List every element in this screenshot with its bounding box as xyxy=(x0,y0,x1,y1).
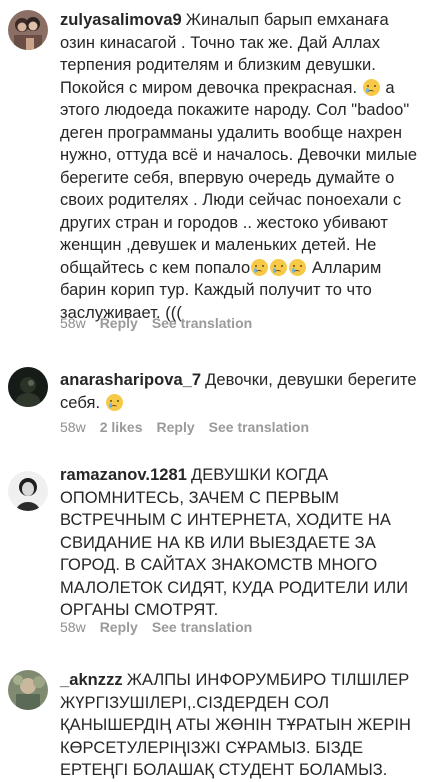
see-translation-button[interactable]: See translation xyxy=(209,419,309,435)
avatar[interactable] xyxy=(8,471,48,511)
comment-time: 58w xyxy=(60,619,86,635)
comment-text-part: ДЕВУШКИ КОГДА ОПОМНИТЕСЬ, ЗАЧЕМ С ПЕРВЫМ… xyxy=(60,466,409,619)
comment-text: _aknzzz ЖАЛПЫ ИНФОРУМБИРО ТІЛШІЛЕР ЖҮРГІЗ… xyxy=(60,669,428,782)
reply-button[interactable]: Reply xyxy=(100,619,138,635)
crying-face-icon xyxy=(105,393,123,411)
see-translation-button[interactable]: See translation xyxy=(152,315,252,331)
user-avatar-icon xyxy=(8,10,48,50)
crying-face-icon xyxy=(251,258,269,276)
comment-2: anarasharipova_7 Девочки, девушки берегит… xyxy=(0,360,431,445)
see-translation-button[interactable]: See translation xyxy=(152,619,252,635)
crying-face-icon xyxy=(270,258,288,276)
likes-count[interactable]: 2 likes xyxy=(100,419,143,435)
comment-3: ramazanov.1281 ДЕВУШКИ КОГДА ОПОМНИТЕСЬ, … xyxy=(0,455,431,645)
comment-meta: 58w Reply See translation xyxy=(60,619,252,635)
comment-time: 58w xyxy=(60,315,86,331)
reply-button[interactable]: Reply xyxy=(157,419,195,435)
username[interactable]: _aknzzz xyxy=(60,671,123,689)
user-avatar-icon xyxy=(8,670,48,710)
username[interactable]: ramazanov.1281 xyxy=(60,466,187,484)
comment-meta: 58w Reply See translation xyxy=(60,315,252,331)
comment-text: ramazanov.1281 ДЕВУШКИ КОГДА ОПОМНИТЕСЬ, … xyxy=(60,464,428,622)
comment-text-part: а этого людоеда покажите народу. Сол "ba… xyxy=(60,78,418,277)
reply-button[interactable]: Reply xyxy=(100,315,138,331)
comment-4: _aknzzz ЖАЛПЫ ИНФОРУМБИРО ТІЛШІЛЕР ЖҮРГІЗ… xyxy=(0,660,431,779)
comment-1: zulyasalimova9 Жиналып барып емханаға ози… xyxy=(0,0,431,345)
username[interactable]: anarasharipova_7 xyxy=(60,371,201,389)
avatar[interactable] xyxy=(8,670,48,710)
comment-text: anarasharipova_7 Девочки, девушки берегит… xyxy=(60,369,428,414)
username[interactable]: zulyasalimova9 xyxy=(60,11,182,29)
user-avatar-icon xyxy=(8,471,48,511)
comment-time: 58w xyxy=(60,419,86,435)
comment-meta: 58w 2 likes Reply See translation xyxy=(60,419,309,435)
avatar[interactable] xyxy=(8,10,48,50)
crying-face-icon xyxy=(362,78,380,96)
user-avatar-icon xyxy=(8,367,48,407)
comment-text: zulyasalimova9 Жиналып барып емханаға ози… xyxy=(60,9,428,324)
avatar[interactable] xyxy=(8,367,48,407)
crying-face-icon xyxy=(289,258,307,276)
